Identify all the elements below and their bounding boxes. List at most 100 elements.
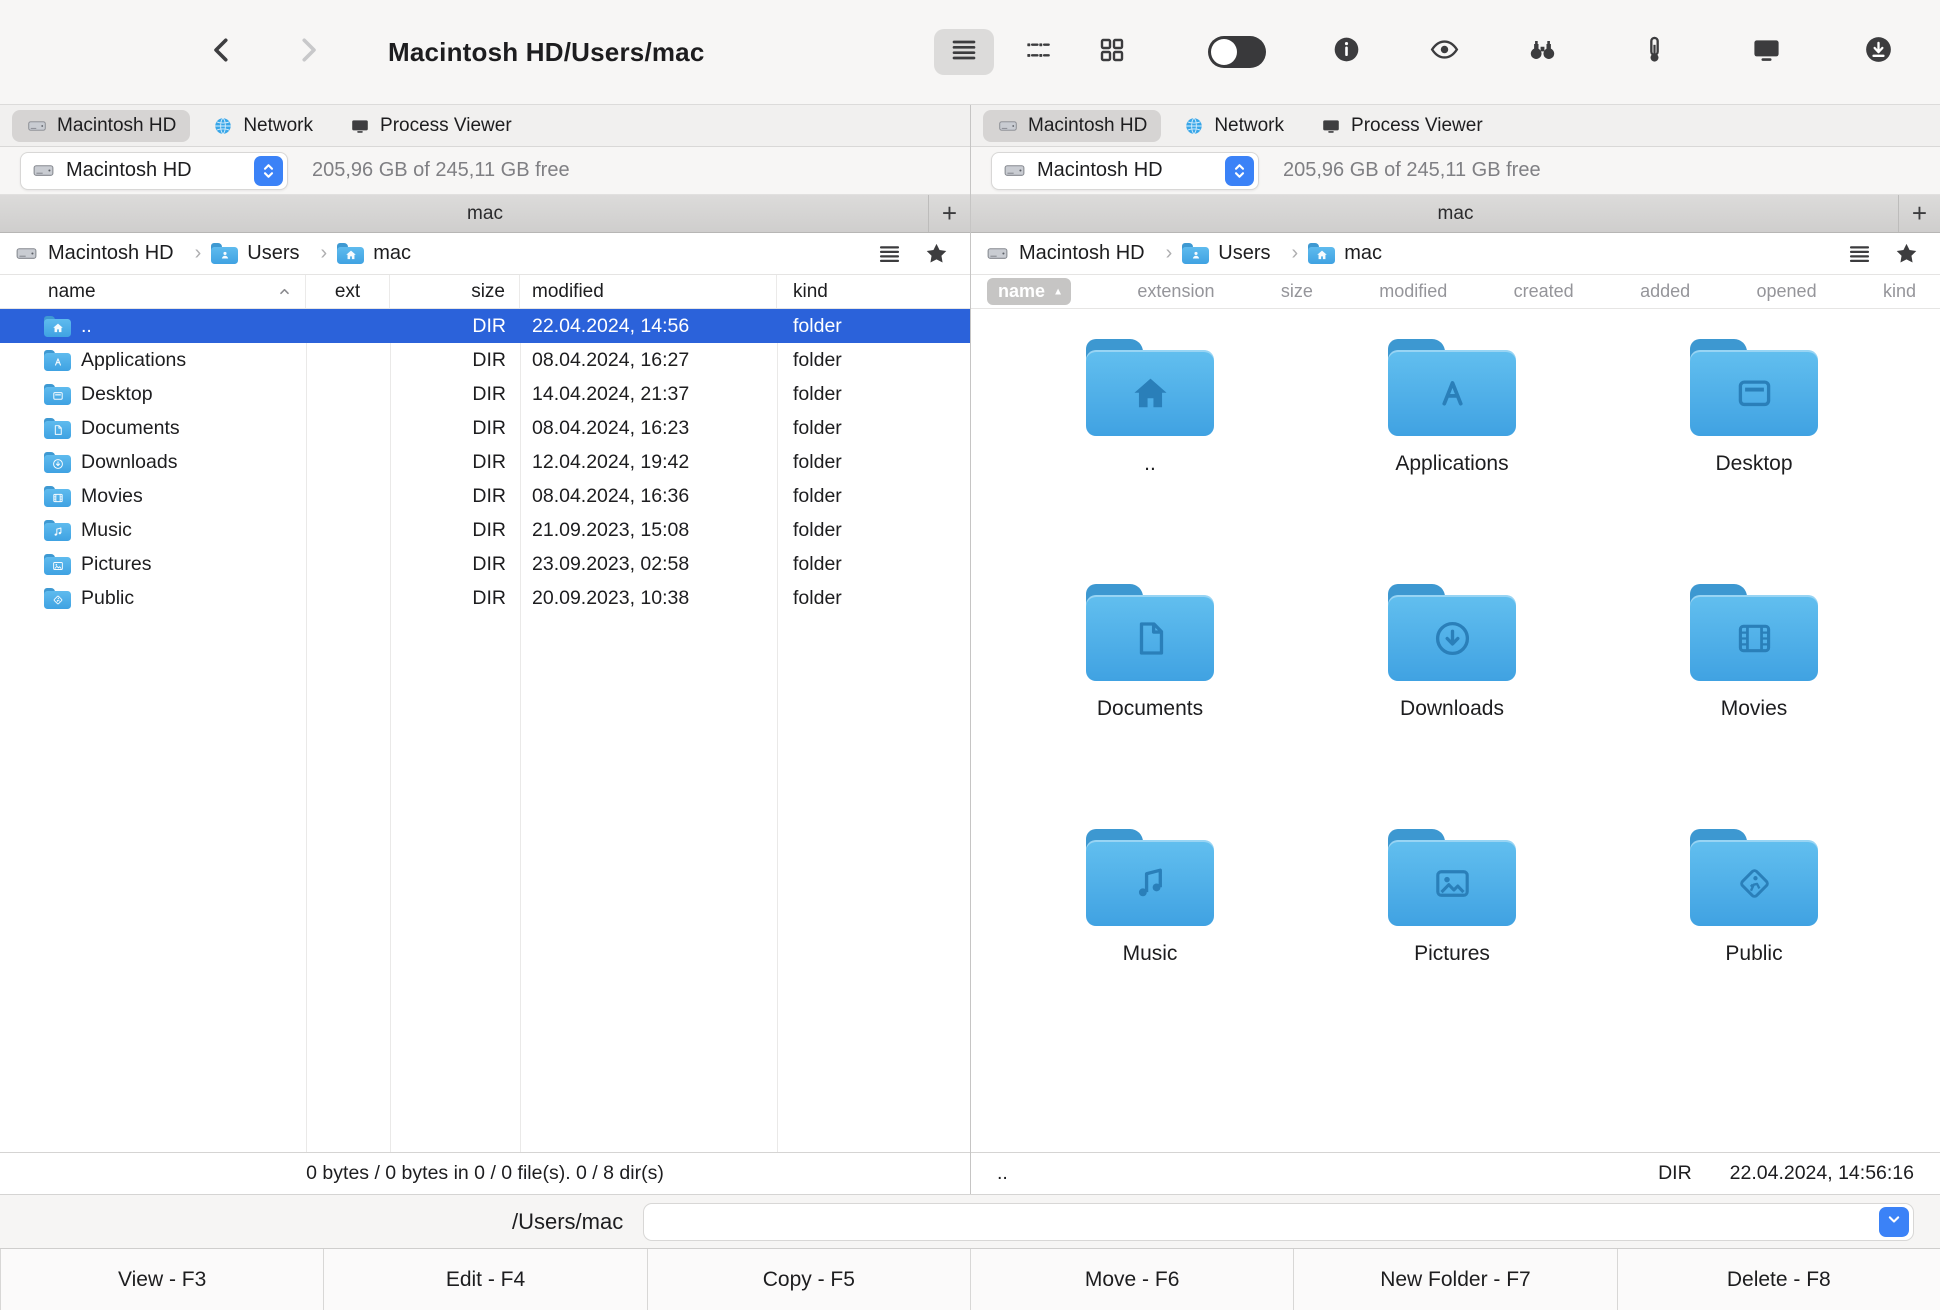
folder-icon <box>44 485 71 507</box>
pane-tab[interactable]: Process Viewer <box>335 110 526 142</box>
dark-mode-toggle[interactable] <box>1208 36 1266 68</box>
file-size: DIR <box>472 518 506 541</box>
breadcrumb-separator: › <box>1291 242 1299 264</box>
breadcrumb-label: mac <box>373 242 411 264</box>
folder-item[interactable]: Applications <box>1388 339 1516 584</box>
function-button[interactable]: Move - F6 <box>969 1249 1294 1310</box>
breadcrumb-item[interactable]: Macintosh HD › <box>14 241 211 266</box>
pane-tab[interactable]: Macintosh HD <box>12 109 191 142</box>
breadcrumb-item[interactable]: mac › <box>337 242 411 265</box>
drive-selector[interactable]: Macintosh HD <box>991 151 1259 190</box>
folder-item[interactable]: Documents <box>1086 584 1214 829</box>
pane-tab[interactable]: Process Viewer <box>1306 110 1497 142</box>
folder-icon <box>44 519 71 541</box>
folder-item[interactable]: Public <box>1690 829 1818 1074</box>
column-header[interactable]: opened <box>1757 281 1817 302</box>
table-row[interactable]: .. DIR 22.04.2024, 14:56 folder <box>0 309 970 343</box>
command-input[interactable] <box>644 1210 1913 1233</box>
function-button[interactable]: Edit - F4 <box>323 1249 647 1310</box>
screen-sharing-button[interactable] <box>1748 34 1784 70</box>
pane-tab[interactable]: Macintosh HD <box>983 109 1162 142</box>
view-options-icon[interactable] <box>1846 240 1873 267</box>
folder-item[interactable]: Movies <box>1690 584 1818 829</box>
file-ext <box>306 479 390 513</box>
file-size: DIR <box>472 484 506 507</box>
history-dropdown-button[interactable] <box>1879 1206 1909 1237</box>
download-button[interactable] <box>1860 34 1896 70</box>
tab-icon <box>26 115 48 137</box>
breadcrumb-item[interactable]: mac › <box>1308 242 1382 265</box>
table-row[interactable]: Desktop DIR 14.04.2024, 21:37 folder <box>0 377 970 411</box>
search-button[interactable] <box>1524 34 1560 70</box>
table-row[interactable]: Pictures DIR 23.09.2023, 02:58 folder <box>0 547 970 581</box>
column-header[interactable]: created <box>1514 281 1574 302</box>
breadcrumb-label: Macintosh HD <box>48 242 174 264</box>
file-modified: 08.04.2024, 16:23 <box>532 416 690 439</box>
folder-item[interactable]: Pictures <box>1388 829 1516 1074</box>
pane-tab[interactable]: Network <box>1169 110 1298 142</box>
column-header-modified[interactable]: modified <box>520 275 777 308</box>
breadcrumb-item[interactable]: Users › <box>211 242 337 265</box>
column-header[interactable]: modified <box>1379 281 1447 302</box>
folder-item[interactable]: .. <box>1086 339 1214 584</box>
file-modified: 22.04.2024, 14:56 <box>532 314 690 337</box>
table-row[interactable]: Music DIR 21.09.2023, 15:08 folder <box>0 513 970 547</box>
popup-stepper-icon[interactable] <box>254 155 283 186</box>
breadcrumb-item[interactable]: Macintosh HD › <box>985 241 1182 266</box>
column-header-name[interactable]: name <box>0 275 306 308</box>
folder-label: Desktop <box>1715 452 1793 475</box>
column-header[interactable]: extension <box>1137 281 1214 302</box>
view-list-button[interactable] <box>934 29 994 75</box>
breadcrumb-icon <box>14 241 39 266</box>
back-button[interactable] <box>200 30 244 74</box>
breadcrumb-separator: › <box>320 242 328 264</box>
column-header-kind[interactable]: kind <box>777 275 970 308</box>
column-header-size[interactable]: size <box>390 275 520 308</box>
table-row[interactable]: Public DIR 20.09.2023, 10:38 folder <box>0 581 970 615</box>
folder-icon <box>1388 339 1516 436</box>
folder-tab[interactable]: mac <box>971 203 1940 225</box>
folder-item[interactable]: Music <box>1086 829 1214 1074</box>
folder-item[interactable]: Desktop <box>1690 339 1818 584</box>
function-button[interactable]: Copy - F5 <box>646 1249 970 1310</box>
file-ext <box>306 547 390 581</box>
archive-button[interactable] <box>1636 34 1672 70</box>
download-circle-icon <box>1862 33 1895 71</box>
toolbar: Macintosh HD/Users/mac <box>0 0 1940 105</box>
preview-button[interactable] <box>1426 34 1462 70</box>
view-detail-button[interactable] <box>1008 29 1068 75</box>
favorite-star-icon[interactable] <box>1893 240 1920 267</box>
right-status-bar: .. DIR 22.04.2024, 14:56:16 <box>971 1152 1940 1194</box>
folder-item[interactable]: Downloads <box>1388 584 1516 829</box>
table-row[interactable]: Movies DIR 08.04.2024, 16:36 folder <box>0 479 970 513</box>
column-header[interactable]: size <box>1281 281 1313 302</box>
popup-stepper-icon[interactable] <box>1225 155 1254 186</box>
column-header[interactable]: added <box>1640 281 1690 302</box>
right-tab-bar: Macintosh HD Network Process Viewer <box>971 105 1940 147</box>
function-button[interactable]: New Folder - F7 <box>1293 1249 1617 1310</box>
view-options-icon[interactable] <box>876 240 903 267</box>
column-header[interactable]: kind <box>1883 281 1916 302</box>
add-tab-button[interactable]: + <box>928 195 970 232</box>
left-column-headers: name ext size modified kind <box>0 275 970 309</box>
info-button[interactable] <box>1328 34 1364 70</box>
column-header-ext[interactable]: ext <box>306 275 390 308</box>
table-row[interactable]: Downloads DIR 12.04.2024, 19:42 folder <box>0 445 970 479</box>
tab-icon <box>349 115 371 137</box>
favorite-star-icon[interactable] <box>923 240 950 267</box>
folder-tab[interactable]: mac <box>0 203 970 225</box>
breadcrumb-icon <box>1308 243 1336 264</box>
forward-button[interactable] <box>286 30 330 74</box>
pane-tab[interactable]: Network <box>198 110 327 142</box>
function-button[interactable]: Delete - F8 <box>1616 1249 1940 1310</box>
left-status-bar: 0 bytes / 0 bytes in 0 / 0 file(s). 0 / … <box>0 1152 970 1194</box>
column-header[interactable]: name <box>987 278 1072 305</box>
table-row[interactable]: Applications DIR 08.04.2024, 16:27 folde… <box>0 343 970 377</box>
table-row[interactable]: Documents DIR 08.04.2024, 16:23 folder <box>0 411 970 445</box>
view-grid-button[interactable] <box>1082 29 1142 75</box>
add-tab-button[interactable]: + <box>1898 195 1940 232</box>
file-kind: folder <box>793 450 842 473</box>
drive-selector[interactable]: Macintosh HD <box>20 151 288 190</box>
function-button[interactable]: View - F3 <box>0 1249 324 1310</box>
breadcrumb-item[interactable]: Users › <box>1182 242 1308 265</box>
